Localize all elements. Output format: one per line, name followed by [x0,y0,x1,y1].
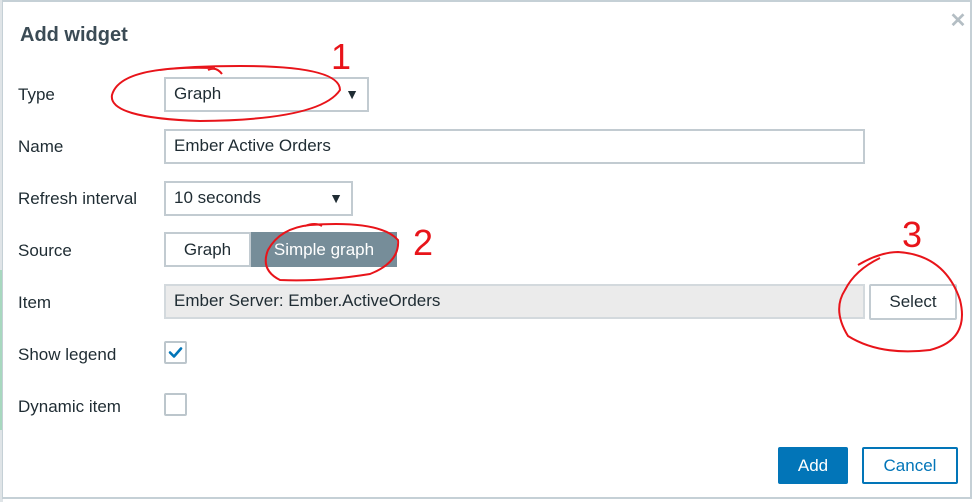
dynamic-item-checkbox[interactable] [164,393,187,416]
refresh-interval-value: 10 seconds [174,188,261,207]
checkmark-icon [168,347,183,358]
dialog-title: Add widget [20,24,128,46]
refresh-interval-select[interactable]: 10 seconds ▼ [164,181,353,216]
show-legend-label: Show legend [18,345,117,364]
source-option-graph[interactable]: Graph [164,232,251,267]
chevron-down-icon: ▼ [345,86,359,102]
add-widget-dialog: Add widget ✕ [2,0,972,499]
annotation-number-3: 3 [902,214,923,255]
annotation-number-2: 2 [413,222,434,263]
annotation-number-1: 1 [331,36,352,77]
type-select-value: Graph [174,84,222,103]
source-segmented-control: Graph Simple graph [164,232,397,267]
show-legend-checkbox[interactable] [164,341,187,364]
name-input[interactable]: Ember Active Orders [164,129,865,164]
source-label: Source [18,241,72,260]
name-label: Name [18,137,64,156]
name-input-value: Ember Active Orders [174,136,331,155]
source-option-simple-graph[interactable]: Simple graph [251,232,397,267]
dynamic-item-label: Dynamic item [18,397,121,416]
item-input: Ember Server: Ember.ActiveOrders [164,284,865,319]
type-label: Type [18,85,55,104]
item-label: Item [18,293,52,312]
item-input-value: Ember Server: Ember.ActiveOrders [174,291,441,310]
type-select[interactable]: Graph ▼ [164,77,369,112]
add-button[interactable]: Add [778,447,848,484]
cancel-button[interactable]: Cancel [862,447,958,484]
chevron-down-icon: ▼ [329,190,343,206]
refresh-interval-label: Refresh interval [18,189,138,208]
close-icon[interactable]: ✕ [949,11,967,31]
select-item-button[interactable]: Select [869,284,957,320]
